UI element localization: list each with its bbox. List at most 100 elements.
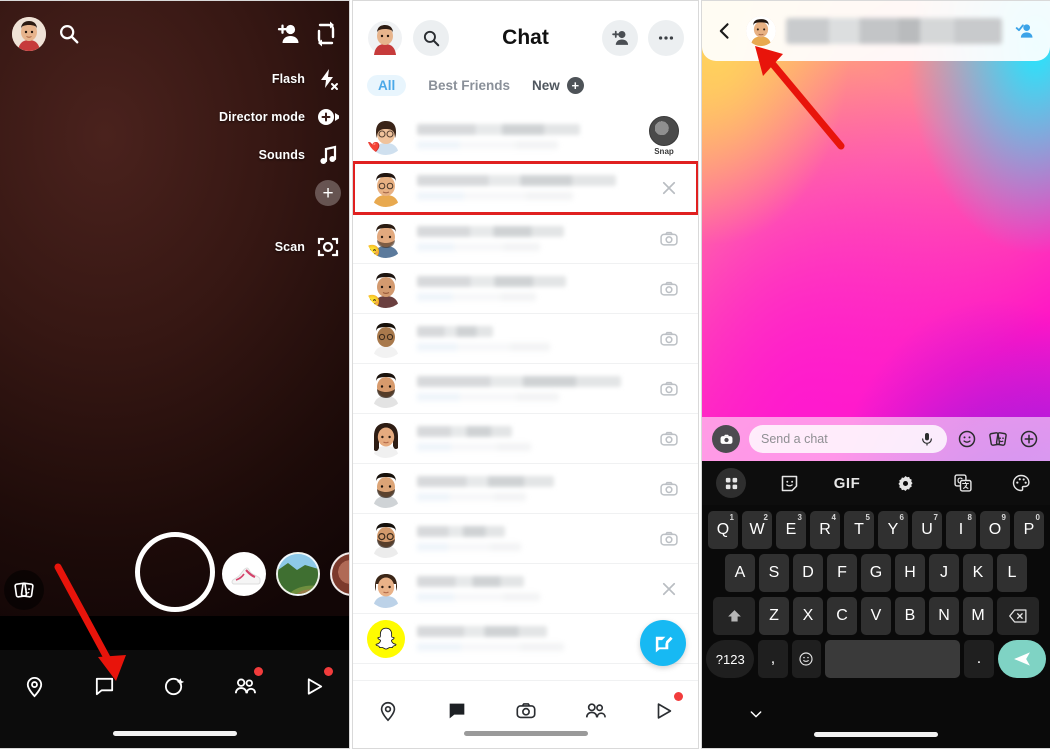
search-icon[interactable] bbox=[58, 23, 80, 45]
key-y[interactable]: Y6 bbox=[878, 511, 908, 549]
camera-tool-flash[interactable]: Flash bbox=[91, 61, 341, 97]
table-row[interactable] bbox=[353, 314, 698, 364]
more-options-button[interactable] bbox=[648, 20, 684, 56]
grid-menu-button[interactable] bbox=[702, 468, 760, 498]
space-key[interactable] bbox=[824, 640, 961, 678]
key-d[interactable]: D bbox=[793, 554, 823, 592]
key-m[interactable]: M bbox=[963, 597, 993, 635]
comma-key[interactable]: , bbox=[758, 640, 788, 678]
snap-thumbnail[interactable]: Snap bbox=[644, 116, 684, 156]
camera-icon[interactable] bbox=[654, 529, 684, 549]
table-row[interactable]: ❤️ Snap bbox=[353, 111, 698, 162]
plus-circle-icon[interactable] bbox=[1018, 429, 1040, 449]
key-c[interactable]: C bbox=[827, 597, 857, 635]
stickers-icon[interactable] bbox=[987, 429, 1009, 449]
add-friend-icon[interactable] bbox=[275, 21, 301, 47]
table-row[interactable] bbox=[353, 364, 698, 414]
profile-avatar-button[interactable] bbox=[367, 20, 403, 56]
key-k[interactable]: K bbox=[963, 554, 993, 592]
hide-keyboard-button[interactable] bbox=[748, 706, 764, 722]
camera-tool-director-mode[interactable]: Director mode bbox=[91, 99, 341, 135]
director-mode-icon[interactable] bbox=[315, 104, 341, 130]
friend-added-icon[interactable] bbox=[1012, 21, 1038, 41]
camera-icon[interactable] bbox=[654, 329, 684, 349]
key-p[interactable]: P0 bbox=[1014, 511, 1044, 549]
scan-icon[interactable] bbox=[315, 234, 341, 260]
add-friend-button[interactable] bbox=[602, 20, 638, 56]
camera-icon[interactable] bbox=[654, 379, 684, 399]
nav-spotlight[interactable] bbox=[292, 667, 336, 704]
flip-camera-icon[interactable] bbox=[313, 19, 339, 49]
lens-item[interactable] bbox=[330, 552, 349, 596]
key-s[interactable]: S bbox=[759, 554, 789, 592]
nav-chat[interactable] bbox=[435, 693, 479, 729]
key-l[interactable]: L bbox=[997, 554, 1027, 592]
lens-item[interactable] bbox=[276, 552, 320, 596]
table-row[interactable]: 😊 bbox=[353, 264, 698, 314]
gif-button[interactable]: GIF bbox=[818, 475, 876, 492]
camera-icon[interactable] bbox=[654, 279, 684, 299]
camera-circle-icon[interactable] bbox=[712, 425, 740, 453]
key-h[interactable]: H bbox=[895, 554, 925, 592]
key-b[interactable]: B bbox=[895, 597, 925, 635]
table-row[interactable] bbox=[353, 514, 698, 564]
key-e[interactable]: E3 bbox=[776, 511, 806, 549]
lens-carousel[interactable] bbox=[222, 552, 349, 596]
key-n[interactable]: N bbox=[929, 597, 959, 635]
profile-avatar-button[interactable] bbox=[12, 17, 46, 51]
table-row[interactable]: 😊 bbox=[353, 214, 698, 264]
theme-button[interactable] bbox=[992, 473, 1050, 493]
numeric-key[interactable]: ?123 bbox=[706, 640, 755, 678]
key-v[interactable]: V bbox=[861, 597, 891, 635]
search-button[interactable] bbox=[413, 20, 449, 56]
microphone-icon[interactable] bbox=[919, 431, 935, 447]
close-icon[interactable] bbox=[654, 179, 684, 197]
key-r[interactable]: R4 bbox=[810, 511, 840, 549]
close-icon[interactable] bbox=[654, 580, 684, 598]
backspace-key[interactable] bbox=[997, 597, 1039, 635]
nav-map[interactable] bbox=[13, 668, 57, 704]
key-t[interactable]: T5 bbox=[844, 511, 874, 549]
translate-button[interactable]: G bbox=[934, 473, 992, 493]
stickers-icon[interactable] bbox=[4, 570, 44, 610]
settings-button[interactable] bbox=[876, 474, 934, 493]
new-chat-button[interactable] bbox=[640, 620, 686, 666]
nav-friends[interactable] bbox=[573, 693, 617, 729]
key-o[interactable]: O9 bbox=[980, 511, 1010, 549]
tab-best-friends[interactable]: Best Friends bbox=[428, 78, 510, 93]
nav-friends[interactable] bbox=[222, 667, 266, 704]
shift-key[interactable] bbox=[713, 597, 755, 635]
table-row-selected[interactable] bbox=[353, 161, 698, 215]
key-x[interactable]: X bbox=[793, 597, 823, 635]
key-z[interactable]: Z bbox=[759, 597, 789, 635]
key-g[interactable]: G bbox=[861, 554, 891, 592]
send-key[interactable] bbox=[997, 640, 1046, 678]
emoji-key[interactable] bbox=[791, 640, 821, 678]
nav-camera[interactable] bbox=[152, 668, 196, 704]
table-row[interactable] bbox=[353, 464, 698, 514]
plus-icon[interactable]: + bbox=[315, 180, 341, 206]
shutter-button[interactable] bbox=[135, 532, 215, 612]
lens-item[interactable] bbox=[222, 552, 266, 596]
camera-icon[interactable] bbox=[654, 429, 684, 449]
sticker-face-button[interactable] bbox=[760, 473, 818, 494]
key-i[interactable]: I8 bbox=[946, 511, 976, 549]
chat-list[interactable]: ❤️ Snap bbox=[353, 111, 698, 680]
tab-new[interactable]: New + bbox=[532, 77, 584, 94]
nav-map[interactable] bbox=[366, 693, 410, 729]
key-q[interactable]: Q1 bbox=[708, 511, 738, 549]
back-button[interactable] bbox=[714, 21, 736, 41]
camera-icon[interactable] bbox=[654, 229, 684, 249]
smiley-sticker-icon[interactable] bbox=[956, 429, 978, 449]
period-key[interactable]: . bbox=[964, 640, 994, 678]
table-row[interactable] bbox=[353, 414, 698, 464]
camera-icon[interactable] bbox=[654, 479, 684, 499]
music-note-icon[interactable] bbox=[315, 142, 341, 168]
tab-all[interactable]: All bbox=[367, 75, 407, 96]
nav-spotlight[interactable] bbox=[642, 692, 686, 729]
nav-camera[interactable] bbox=[504, 693, 548, 729]
key-f[interactable]: F bbox=[827, 554, 857, 592]
key-j[interactable]: J bbox=[929, 554, 959, 592]
camera-tool-scan[interactable]: Scan bbox=[91, 229, 341, 265]
camera-tool-more[interactable]: + bbox=[91, 175, 341, 211]
